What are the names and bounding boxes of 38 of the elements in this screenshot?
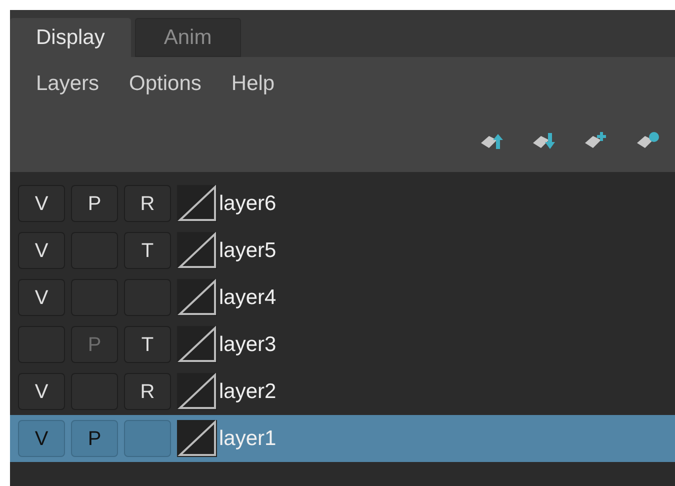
layer-name: layer1: [219, 426, 276, 452]
toggle-button[interactable]: V: [18, 420, 65, 457]
toggle-button[interactable]: [124, 420, 171, 457]
triangle-swatch-icon[interactable]: [177, 279, 217, 316]
tab[interactable]: Display: [10, 18, 131, 57]
toggle-button[interactable]: V: [18, 185, 65, 222]
layer-row[interactable]: V T layer5: [10, 227, 675, 274]
layer-row[interactable]: P T layer3: [10, 321, 675, 368]
toggle-button[interactable]: V: [18, 232, 65, 269]
triangle-swatch-icon[interactable]: [177, 373, 217, 410]
layer-name: layer2: [219, 378, 276, 405]
toggle-button[interactable]: P: [71, 420, 118, 457]
triangle-swatch-icon[interactable]: [177, 232, 217, 269]
toggle-button[interactable]: T: [124, 232, 171, 269]
toggle-button[interactable]: V: [18, 279, 65, 316]
menu-item[interactable]: Options: [119, 68, 212, 100]
toggle-button[interactable]: V: [18, 373, 65, 410]
layer-name: layer6: [219, 190, 276, 217]
toggle-button[interactable]: T: [124, 326, 171, 363]
toggle-button[interactable]: P: [71, 185, 118, 222]
layer-down-arrow-icon[interactable]: [531, 131, 557, 151]
toggle-button[interactable]: R: [124, 373, 171, 410]
triangle-swatch-icon[interactable]: [177, 326, 217, 363]
layer-plus-icon[interactable]: [583, 131, 609, 151]
layer-row[interactable]: V R layer2: [10, 368, 675, 415]
layer-row[interactable]: V P layer1: [10, 415, 675, 462]
layer-name: layer4: [219, 284, 276, 311]
menu-item[interactable]: Help: [221, 68, 285, 100]
layer-row[interactable]: V layer4: [10, 274, 675, 321]
layer-name: layer5: [219, 238, 276, 264]
toggle-button[interactable]: R: [124, 185, 171, 222]
layer-name: layer3: [219, 332, 276, 358]
triangle-swatch-icon[interactable]: [177, 420, 217, 457]
tab[interactable]: Anim: [134, 18, 241, 57]
layer-row[interactable]: V P R layer6: [10, 180, 675, 227]
layer-dot-icon[interactable]: [635, 131, 661, 151]
menu-item[interactable]: Layers: [26, 68, 110, 100]
triangle-swatch-icon[interactable]: [177, 185, 217, 222]
